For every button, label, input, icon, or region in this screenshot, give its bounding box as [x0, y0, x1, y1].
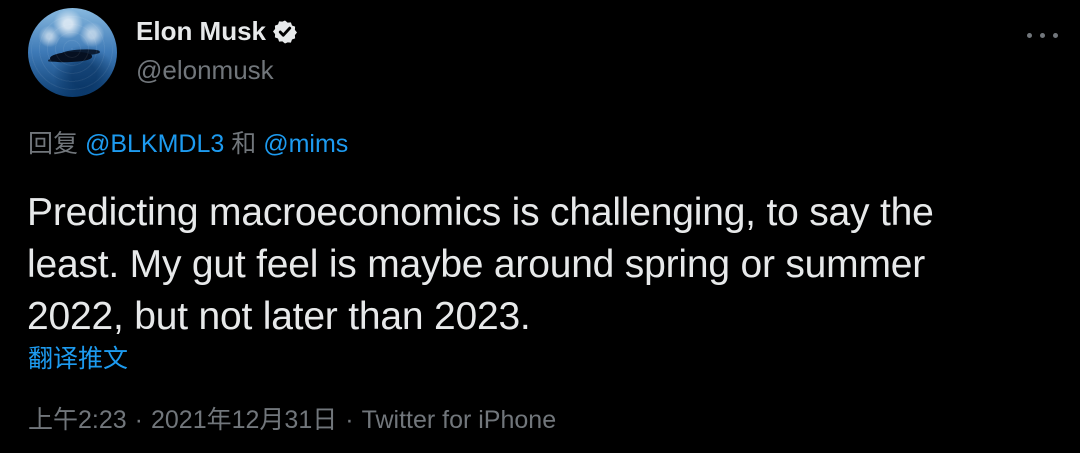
- verified-badge-icon: [272, 19, 298, 45]
- reply-prefix: 回复: [28, 130, 79, 158]
- display-name[interactable]: Elon Musk: [136, 16, 266, 47]
- name-row: Elon Musk: [136, 16, 298, 47]
- tweet-header: Elon Musk @elonmusk: [28, 8, 298, 97]
- metadata-separator: ·: [134, 406, 143, 434]
- tweet-card: Elon Musk @elonmusk 回复 @BLKMDL3 和 @mims …: [0, 0, 1080, 453]
- user-handle[interactable]: @elonmusk: [136, 56, 298, 84]
- tweet-time[interactable]: 上午2:23: [28, 406, 127, 434]
- author-info: Elon Musk @elonmusk: [136, 16, 298, 84]
- more-options-dot-icon: [1040, 32, 1045, 38]
- tweet-text-line-3: 2022, but not later than 2023.: [27, 295, 531, 338]
- tweet-date[interactable]: 2021年12月31日: [151, 406, 337, 434]
- tweet-text: Predicting macroeconomics is challenging…: [27, 187, 1047, 343]
- tweet-metadata: 上午2:23 · 2021年12月31日 · Twitter for iPhone: [28, 405, 556, 435]
- tweet-text-line-1: Predicting macroeconomics is challenging…: [27, 191, 934, 234]
- reply-context: 回复 @BLKMDL3 和 @mims: [28, 129, 348, 159]
- avatar-photo-icon[interactable]: [28, 8, 117, 97]
- reply-connector: 和: [231, 130, 257, 158]
- mention-mims[interactable]: @mims: [263, 130, 348, 158]
- translate-tweet-link[interactable]: 翻译推文: [28, 344, 128, 374]
- more-options-icon[interactable]: [1027, 25, 1058, 45]
- tweet-text-line-2: least. My gut feel is maybe around sprin…: [27, 243, 926, 286]
- more-options-dot-icon: [1053, 32, 1058, 38]
- metadata-separator: ·: [345, 406, 354, 434]
- more-options-dot-icon: [1027, 32, 1032, 38]
- tweet-source[interactable]: Twitter for iPhone: [362, 406, 557, 434]
- mention-blkmdl3[interactable]: @BLKMDL3: [85, 130, 224, 158]
